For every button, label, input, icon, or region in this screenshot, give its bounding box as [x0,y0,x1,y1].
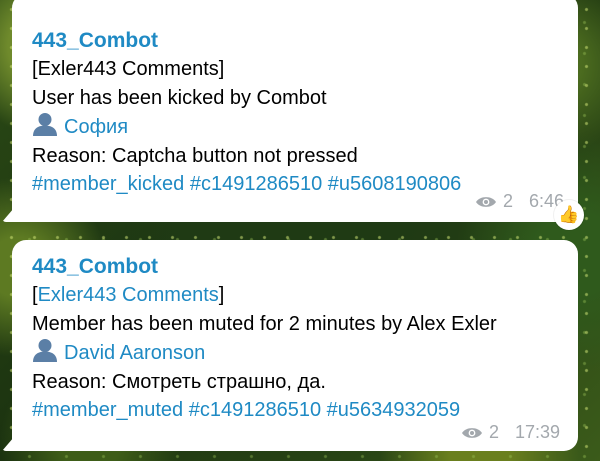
user-mention-line: София [32,112,558,142]
user-mention-line: David Aaronson [32,338,558,368]
chat-name-line: [Exler443 Comments] [32,281,558,310]
action-text: User has been kicked by Combot [32,86,327,109]
eye-icon [475,196,496,207]
reason-text: Reason: Captcha button not pressed [32,144,358,167]
chat-name-link[interactable]: Exler443 Comments [38,284,219,306]
bracket-close: ] [218,284,225,306]
message-meta: 2 17:39 [461,422,560,443]
chat-name: Exler443 Comments [37,58,219,80]
user-mention-link[interactable]: София [64,116,128,138]
user-silhouette-icon [33,339,57,363]
reason-text: Reason: Смотреть страшно, да. [32,370,326,393]
view-count: 2 [502,191,513,211]
user-mention-link[interactable]: David Aaronson [64,342,205,364]
sender-name[interactable]: 443_Combot [32,26,558,55]
message-bubble[interactable]: 443_Combot [Exler443 Comments] Member ha… [2,240,578,451]
chat-name-line: [Exler443 Comments] [32,55,558,84]
bracket-close: ] [218,58,225,80]
action-text: Member has been muted for 2 minutes by A… [32,312,497,335]
message-meta: 2 6:46 [475,191,564,212]
thumbs-up-reaction[interactable]: 👍 [554,200,584,230]
user-silhouette-icon [33,113,57,137]
eye-icon [461,427,482,438]
hashtags-link[interactable]: #member_muted #c1491286510 #u5634932059 [32,396,558,425]
sender-name[interactable]: 443_Combot [32,252,558,281]
view-count: 2 [488,422,499,442]
message-time: 17:39 [514,422,560,442]
message-bubble[interactable]: 443_Combot [Exler443 Comments] User has … [2,0,584,230]
